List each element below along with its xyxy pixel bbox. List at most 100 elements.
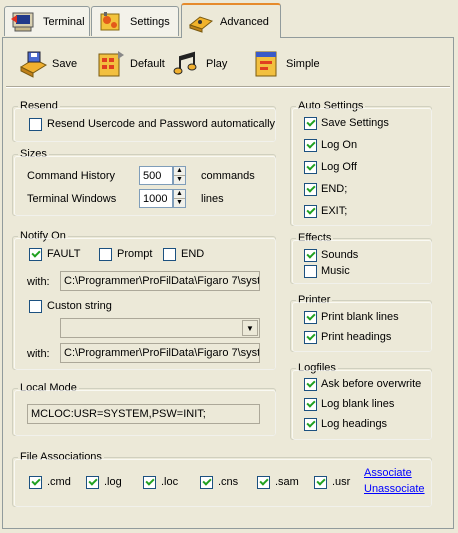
resend-label: Resend Usercode and Password automatical… [47,118,276,130]
advanced-icon [188,11,214,33]
local-mode-field[interactable]: MCLOC:USR=SYSTEM,PSW=INIT; [27,404,260,424]
ask-overwrite-label: Ask before overwrite [321,378,422,390]
save-settings-label: Save Settings [321,117,389,129]
prompt-label: Prompt [117,248,153,260]
ext-log-checkbox[interactable] [86,476,99,489]
terminal-windows-input[interactable]: 1000 [139,189,173,208]
save-settings-checkbox[interactable] [304,117,317,130]
end-command-checkbox[interactable] [304,183,317,196]
tab-strip: Terminal Settings Advanced [0,0,458,38]
prompt-checkbox[interactable] [99,248,112,261]
print-blank-lines-label: Print blank lines [321,311,399,323]
command-history-input[interactable]: 500 [139,166,173,185]
command-history-stepper[interactable]: ▲ ▼ [173,166,186,185]
auto-settings-title: Auto Settings [296,100,366,112]
with-path-field-1[interactable]: C:\Programmer\ProFilData\Figaro 7\syste [60,271,260,291]
log-blank-lines-label: Log blank lines [321,398,395,410]
tab-advanced-label: Advanced [220,15,269,28]
end-command-label: END; [321,183,348,195]
toolbar-divider [6,86,450,88]
terminal-icon [11,11,37,33]
custom-string-select[interactable] [60,318,260,338]
ext-sam-label: .sam [275,476,299,488]
with-path-field-2[interactable]: C:\Programmer\ProFilData\Figaro 7\syste [60,343,260,363]
file-associations-title: File Associations [18,451,104,463]
custom-string-label: Custon string [47,300,112,312]
fault-checkbox[interactable] [29,248,42,261]
ext-cmd-label: .cmd [47,476,71,488]
ext-cns-label: .cns [218,476,239,488]
ext-usr-checkbox[interactable] [314,476,327,489]
log-blank-lines-checkbox[interactable] [304,398,317,411]
chevron-down-icon[interactable]: ▼ [242,320,258,336]
sounds-checkbox[interactable] [304,249,317,262]
tab-settings[interactable]: Settings [91,6,179,36]
simple-icon [252,49,282,79]
fault-label: FAULT [47,248,81,260]
terminal-windows-label: Terminal Windows [27,193,117,205]
play-button[interactable]: Play [172,46,227,82]
tab-settings-label: Settings [130,15,170,28]
custom-string-checkbox[interactable] [29,300,42,313]
ext-usr-label: .usr [332,476,351,488]
music-label: Music [321,265,350,277]
tab-advanced[interactable]: Advanced [181,3,281,38]
printer-title: Printer [296,294,333,306]
music-notes-icon [172,49,202,79]
logfiles-title: Logfiles [296,362,338,374]
default-icon [96,49,126,79]
save-button[interactable]: Save [18,46,77,82]
spin-up-icon[interactable]: ▲ [174,190,185,199]
command-history-label: Command History [27,170,116,182]
simple-button[interactable]: Simple [252,46,320,82]
end-checkbox[interactable] [163,248,176,261]
default-label: Default [130,58,165,70]
ask-overwrite-checkbox[interactable] [304,378,317,391]
default-button[interactable]: Default [96,46,165,82]
sizes-title: Sizes [18,148,49,160]
log-on-checkbox[interactable] [304,139,317,152]
ext-cns-checkbox[interactable] [200,476,213,489]
resend-checkbox[interactable] [29,118,42,131]
unassociate-link[interactable]: Unassociate [364,483,425,495]
printer-group: Printer [290,294,432,352]
save-icon [18,49,48,79]
tab-terminal-label: Terminal [43,15,85,28]
ext-cmd-checkbox[interactable] [29,476,42,489]
ext-loc-label: .loc [161,476,179,488]
log-on-label: Log On [321,139,358,151]
log-off-label: Log Off [321,161,357,173]
with-label-2: with: [27,348,50,360]
associate-link[interactable]: Associate [364,467,412,479]
notify-title: Notify On [18,230,68,242]
with-label-1: with: [27,276,50,288]
log-headings-label: Log headings [321,418,388,430]
ext-log-label: .log [104,476,122,488]
ext-sam-checkbox[interactable] [257,476,270,489]
ext-loc-checkbox[interactable] [143,476,156,489]
print-blank-lines-checkbox[interactable] [304,311,317,324]
spin-up-icon[interactable]: ▲ [174,167,185,176]
music-checkbox[interactable] [304,265,317,278]
exit-command-checkbox[interactable] [304,205,317,218]
command-history-unit: commands [201,170,255,182]
resend-title: Resend [18,100,60,112]
play-label: Play [206,58,228,70]
simple-label: Simple [286,58,320,70]
settings-icon [98,11,124,33]
log-off-checkbox[interactable] [304,161,317,174]
end-label: END [181,248,205,260]
spin-down-icon[interactable]: ▼ [174,199,185,208]
print-headings-label: Print headings [321,331,392,343]
terminal-windows-unit: lines [201,193,224,205]
effects-title: Effects [296,232,334,244]
sounds-label: Sounds [321,249,359,261]
print-headings-checkbox[interactable] [304,331,317,344]
local-mode-title: Local Mode [18,382,79,394]
save-label: Save [52,58,78,70]
exit-command-label: EXIT; [321,205,348,217]
tab-terminal[interactable]: Terminal [4,6,90,36]
log-headings-checkbox[interactable] [304,418,317,431]
spin-down-icon[interactable]: ▼ [174,176,185,185]
terminal-windows-stepper[interactable]: ▲ ▼ [173,189,186,208]
